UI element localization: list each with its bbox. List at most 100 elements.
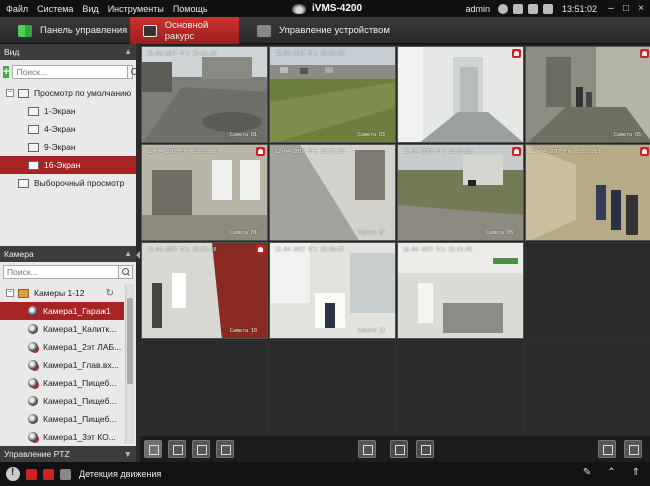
empty-video-cell[interactable]	[397, 340, 524, 437]
auto-switch-icon[interactable]	[358, 440, 376, 458]
camera-item[interactable]: Камера1_Пищеб...	[0, 392, 136, 410]
search-icon[interactable]	[128, 64, 138, 79]
view-search-input[interactable]	[12, 64, 129, 79]
user-account-icon[interactable]	[497, 3, 508, 14]
tree-label: Камера1_Пищеб...	[43, 414, 117, 424]
collapse-icon[interactable]: ▲	[124, 246, 132, 262]
video-cell[interactable]: 12-04-2017 Fri 13:51:10 Camera 01	[141, 46, 268, 143]
tab-label: Основной ракурс	[164, 19, 209, 42]
tree-label: Камеры 1-12	[34, 288, 85, 298]
video-cell[interactable]: 12-04-2017 Fri 13:50:57 Camera 11	[269, 242, 396, 339]
video-cell[interactable]: 12-04-2017 Fri 13:51:10 Camera 10	[141, 242, 268, 339]
record-status-icon[interactable]	[43, 468, 54, 480]
warning-icon[interactable]	[6, 467, 20, 481]
camera-item[interactable]: Камера1_Глав.вх...	[0, 356, 136, 374]
pin-icon[interactable]: ✎	[583, 467, 591, 478]
alarm-icon	[512, 147, 521, 156]
camera-item[interactable]: Камера1_Калитк...	[0, 320, 136, 338]
camera-group[interactable]: − Камеры 1-12 ↻	[0, 284, 136, 302]
alarm-status-icon[interactable]	[26, 468, 37, 480]
camera-section-header[interactable]: Камера ▲	[0, 246, 136, 262]
tab-label: Панель управления	[40, 25, 128, 36]
cpu-icon[interactable]	[527, 3, 538, 14]
tab-device-management[interactable]: Управление устройством	[257, 17, 390, 44]
fullscreen-icon[interactable]	[624, 440, 642, 458]
tree-default-view[interactable]: − Просмотр по умолчанию	[0, 84, 136, 102]
refresh-icon[interactable]: ↻	[106, 288, 114, 299]
tree-layout-1[interactable]: 1-Экран	[0, 102, 136, 120]
view-search-row: +	[3, 64, 138, 79]
tree-layout-4[interactable]: 4-Экран	[0, 120, 136, 138]
stop-all-icon[interactable]	[192, 440, 210, 458]
close-button[interactable]: ×	[636, 3, 646, 14]
status-right: ✎ ⌃ ⇑	[583, 467, 640, 478]
empty-video-cell[interactable]	[525, 340, 650, 437]
menu-help[interactable]: Помощь	[173, 4, 208, 14]
tree-label: 4-Экран	[44, 124, 76, 134]
tree-layout-9[interactable]: 9-Экран	[0, 138, 136, 156]
camera-feed-image	[270, 145, 395, 240]
ivms-window: Файл Система Вид Инструменты Помощь iVMS…	[0, 0, 650, 486]
tab-control-panel[interactable]: Панель управления	[18, 17, 127, 44]
camera-item[interactable]: Камера1_2эт ЛАБ...	[0, 338, 136, 356]
menu-tools[interactable]: Инструменты	[108, 4, 164, 14]
tree-layout-16[interactable]: 16-Экран	[0, 156, 136, 174]
tab-main-view[interactable]: Основной ракурс	[130, 17, 239, 44]
layout-icon[interactable]	[598, 440, 616, 458]
video-cell[interactable]: 12-04-2017 Fri 13:51:13 Camera 07	[269, 144, 396, 241]
next-page-icon[interactable]	[416, 440, 434, 458]
video-cell[interactable]: 12-04-2017 Fri 13:51:10 Camera 01	[141, 144, 268, 241]
camera-item[interactable]: Камера1_Пищеб...	[0, 410, 136, 428]
collapse-up-icon[interactable]: ⌃	[607, 467, 615, 478]
camera-feed-image	[526, 145, 650, 240]
camera-feed-image	[398, 145, 523, 240]
empty-video-cell[interactable]	[269, 340, 396, 437]
camera-item[interactable]: Камера1_3эт КО...	[0, 428, 136, 446]
expand-icon[interactable]: ▼	[124, 446, 132, 462]
menu-file[interactable]: Файл	[6, 4, 28, 14]
video-cell[interactable]: Camera 05	[525, 46, 650, 143]
camera-feed-image	[270, 47, 395, 142]
collapse-icon[interactable]: ▲	[124, 44, 132, 60]
app-title: iVMS-4200	[292, 0, 362, 17]
menu-view[interactable]: Вид	[82, 4, 98, 14]
maximize-button[interactable]: □	[621, 3, 631, 14]
add-view-button[interactable]: +	[3, 65, 10, 78]
video-osd-timestamp: 12-04-2017 Fri 13:51:53	[403, 149, 473, 155]
video-cell[interactable]	[397, 46, 524, 143]
camera-icon	[28, 306, 38, 316]
empty-video-cell[interactable]	[525, 242, 650, 339]
view-section-header[interactable]: Вид ▲	[0, 44, 136, 60]
camera-search-input[interactable]	[3, 264, 119, 279]
video-cell[interactable]: 12-04-2017 Fri 13:51:53 Camera 08	[397, 144, 524, 241]
search-icon[interactable]	[119, 264, 133, 279]
minimize-button[interactable]: –	[606, 3, 616, 14]
save-view-icon[interactable]	[144, 440, 162, 458]
lock-icon[interactable]	[512, 3, 523, 14]
video-camera-name: Camera 03	[357, 132, 385, 138]
window-division-icon[interactable]	[168, 440, 186, 458]
audio-icon[interactable]	[216, 440, 234, 458]
list-icon[interactable]	[542, 3, 553, 14]
camera-item[interactable]: Камера1_Гараж1	[0, 302, 124, 320]
camera-scrollbar[interactable]	[125, 284, 134, 444]
camera-item[interactable]: Камера1_Пищеб...	[0, 374, 136, 392]
collapse-toggle-icon[interactable]: −	[6, 89, 14, 97]
video-cell[interactable]: 12-04-2017 Fri 13:51:02	[397, 242, 524, 339]
video-cell[interactable]: 12-04-2017 Fri 13:51:13	[525, 144, 650, 241]
camera-icon	[28, 414, 38, 424]
tree-custom-view[interactable]: Выборочный просмотр	[0, 174, 136, 192]
motion-detection-icon[interactable]	[60, 468, 71, 480]
scrollbar-thumb[interactable]	[127, 298, 133, 384]
collapse-toggle-icon[interactable]: −	[6, 289, 14, 297]
tree-label: Выборочный просмотр	[34, 178, 125, 188]
previous-page-icon[interactable]	[390, 440, 408, 458]
video-cell[interactable]: 12-04-2017 Fri 13:51:10 Camera 03	[269, 46, 396, 143]
ptz-section-header[interactable]: Управление PTZ ▼	[0, 446, 136, 462]
menu-system[interactable]: Система	[37, 4, 73, 14]
live-view-toolbar	[140, 436, 650, 462]
empty-video-cell[interactable]	[141, 340, 268, 437]
double-up-icon[interactable]: ⇑	[632, 467, 640, 478]
title-right: admin 13:51:02 – □ ×	[465, 0, 646, 17]
tree-label: Камера1_Калитк...	[43, 324, 117, 334]
